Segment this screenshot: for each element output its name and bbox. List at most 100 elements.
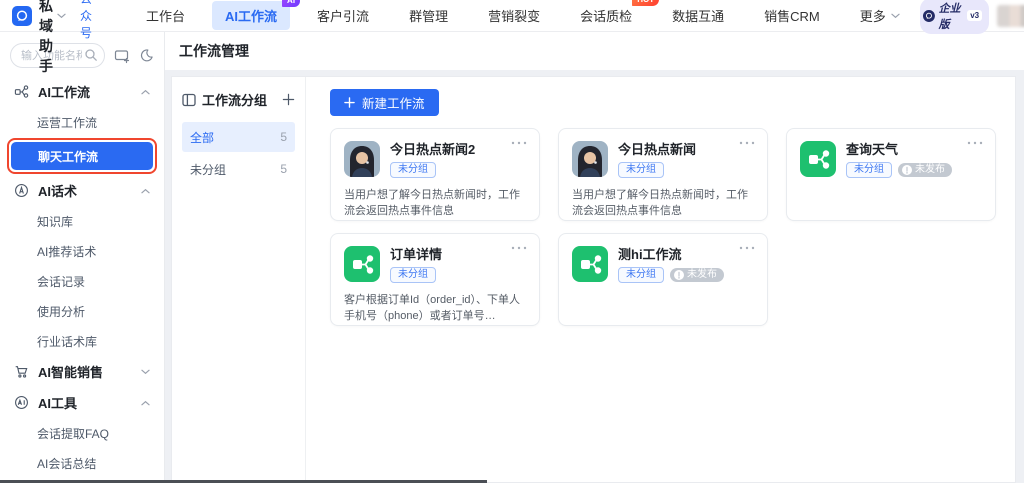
nav-item-marketing-fission[interactable]: 营销裂变 [475,1,553,30]
nav-item-customer-acquisition[interactable]: 客户引流 [304,1,382,30]
chevron-down-icon[interactable] [57,13,66,19]
plan-badge: 企业版 v3 [920,0,989,34]
sidebar-section-ai-sales[interactable]: AI智能销售 [0,356,164,387]
workflow-card[interactable]: 今日热点新闻2 未分组 当用户想了解今日热点新闻时，工作流会返回热点事件信息 [330,128,540,221]
new-workflow-button[interactable]: 新建工作流 [330,89,439,116]
nav-item-more[interactable]: 更多 [847,1,913,30]
nav-item-workbench[interactable]: 工作台 [133,1,198,30]
plus-icon [344,97,355,108]
sidebar-item-ai-summary[interactable]: AI会话总结 [0,448,164,478]
chevron-up-icon [141,188,150,194]
annotation-highlight-box: 聊天工作流 [7,138,157,174]
nav-label: 群管理 [409,9,448,24]
workflow-card[interactable]: 查询天气 未分组 未发布 [786,128,996,221]
sidebar-item-faq-extraction[interactable]: 会话提取FAQ [0,418,164,448]
search-icon[interactable] [84,48,98,62]
workflow-title: 查询天气 [846,141,952,157]
workflow-green-icon [800,141,836,177]
section-label: AI工具 [38,393,77,412]
workflow-cards-area: 新建工作流 [306,77,1015,482]
sidebar-item-ai-recommended-scripts[interactable]: AI推荐话术 [0,236,164,266]
group-item-all[interactable]: 全部 5 [182,122,295,152]
nav-label: 数据互通 [672,9,724,24]
panel-wrap: 工作流分组 全部 5 未分组 5 [165,70,1024,483]
chevron-up-icon [141,400,150,406]
group-list: 全部 5 未分组 5 [182,122,295,184]
sidebar-item-usage-analysis[interactable]: 使用分析 [0,296,164,326]
sidebar-menu: AI工作流 运营工作流 聊天工作流 AI话术 知识库 AI推荐话术 会话记录 [0,74,164,483]
group-tag: 未分组 [618,162,664,178]
page-title: 工作流管理 [179,41,249,61]
account-type-link[interactable]: 公众号 [80,0,92,41]
sidebar-item-conversation-records[interactable]: 会话记录 [0,266,164,296]
app-body: AI工作流 运营工作流 聊天工作流 AI话术 知识库 AI推荐话术 会话记录 [0,32,1024,483]
group-tag: 未分组 [390,162,436,178]
sidebar-item-industry-script-library[interactable]: 行业话术库 [0,326,164,356]
workflow-title: 订单详情 [390,246,442,262]
chevron-down-icon [141,369,150,375]
workflow-title: 今日热点新闻 [618,141,696,157]
sidebar-item-operation-workflow[interactable]: 运营工作流 [0,107,164,137]
more-menu-button[interactable] [511,141,527,145]
user-avatar[interactable] [997,5,1024,27]
nav-item-sales-crm[interactable]: 销售CRM [751,1,833,30]
workflow-green-icon [572,246,608,282]
group-tag: 未分组 [390,267,436,283]
nav-label: AI工作流 [225,9,277,24]
workflow-card[interactable]: 今日热点新闻 未分组 当用户想了解今日热点新闻时，工作流会返回热点事件信息 [558,128,768,221]
workflow-icon [14,84,29,99]
more-menu-button[interactable] [739,246,755,250]
groups-header: 工作流分组 [182,90,295,109]
workflow-groups-panel: 工作流分组 全部 5 未分组 5 [172,77,306,482]
new-window-icon[interactable] [114,48,130,64]
workflow-avatar [572,141,608,177]
plan-version: v3 [967,10,982,21]
app-window: 芝麻私域助手 公众号 工作台 AI工作流 AI 客户引流 群管理 营销裂变 会话… [0,0,1024,483]
sidebar: AI工作流 运营工作流 聊天工作流 AI话术 知识库 AI推荐话术 会话记录 [0,32,165,483]
workflow-avatar [344,141,380,177]
nav-label: 工作台 [146,9,185,24]
add-group-button[interactable] [282,93,295,106]
workflow-card[interactable]: 测hi工作流 未分组 未发布 [558,233,768,326]
nav-item-ai-workflow[interactable]: AI工作流 AI [212,1,290,30]
group-count: 5 [280,162,287,176]
cart-icon [14,364,29,379]
sidebar-item-chat-workflow[interactable]: 聊天工作流 [11,142,153,170]
nav-item-group-management[interactable]: 群管理 [396,1,461,30]
group-tag: 未分组 [846,162,892,178]
group-item-ungrouped[interactable]: 未分组 5 [182,154,295,184]
dark-mode-icon[interactable] [139,48,154,63]
section-label: AI工作流 [38,82,90,101]
nav-label: 销售CRM [764,9,820,24]
group-label: 全部 [190,129,214,146]
account-area: 企业版 v3 [920,0,1024,34]
plan-name: 企业版 [939,0,964,32]
more-menu-button[interactable] [739,141,755,145]
nav-item-conversation-qc[interactable]: 会话质检 HOT [567,1,645,30]
more-menu-button[interactable] [967,141,983,145]
workflow-description: 客户根据订单Id（order_id）、下单人手机号（phone）或者订单号（or… [344,292,526,324]
workflow-green-icon [344,246,380,282]
section-label: AI话术 [38,181,77,200]
sidebar-section-ai-workflow[interactable]: AI工作流 [0,76,164,107]
group-count: 5 [280,130,287,144]
workflow-card[interactable]: 订单详情 未分组 客户根据订单Id（order_id）、下单人手机号（phone… [330,233,540,326]
top-navbar: 芝麻私域助手 公众号 工作台 AI工作流 AI 客户引流 群管理 营销裂变 会话… [0,0,1024,32]
sidebar-section-ai-tools[interactable]: AI工具 [0,387,164,418]
sidebar-item-knowledge-base[interactable]: 知识库 [0,206,164,236]
nav-item-data-integration[interactable]: 数据互通 [659,1,737,30]
workflow-panel: 工作流分组 全部 5 未分组 5 [171,76,1016,483]
section-label: AI智能销售 [38,362,103,381]
group-label: 未分组 [190,161,226,178]
more-menu-button[interactable] [511,246,527,250]
unpublished-label: 未发布 [687,269,717,281]
info-icon [902,165,912,175]
workflow-title: 测hi工作流 [618,246,724,262]
unpublished-label: 未发布 [915,164,945,176]
brand-title: 芝麻私域助手 [39,0,53,76]
main-nav: 工作台 AI工作流 AI 客户引流 群管理 营销裂变 会话质检 HOT 数据互通… [126,1,920,30]
sidebar-section-ai-scripts[interactable]: AI话术 [0,175,164,206]
nav-label: 更多 [860,6,886,25]
nav-label: 客户引流 [317,9,369,24]
content-column: 工作流管理 工作流分组 [165,32,1024,483]
